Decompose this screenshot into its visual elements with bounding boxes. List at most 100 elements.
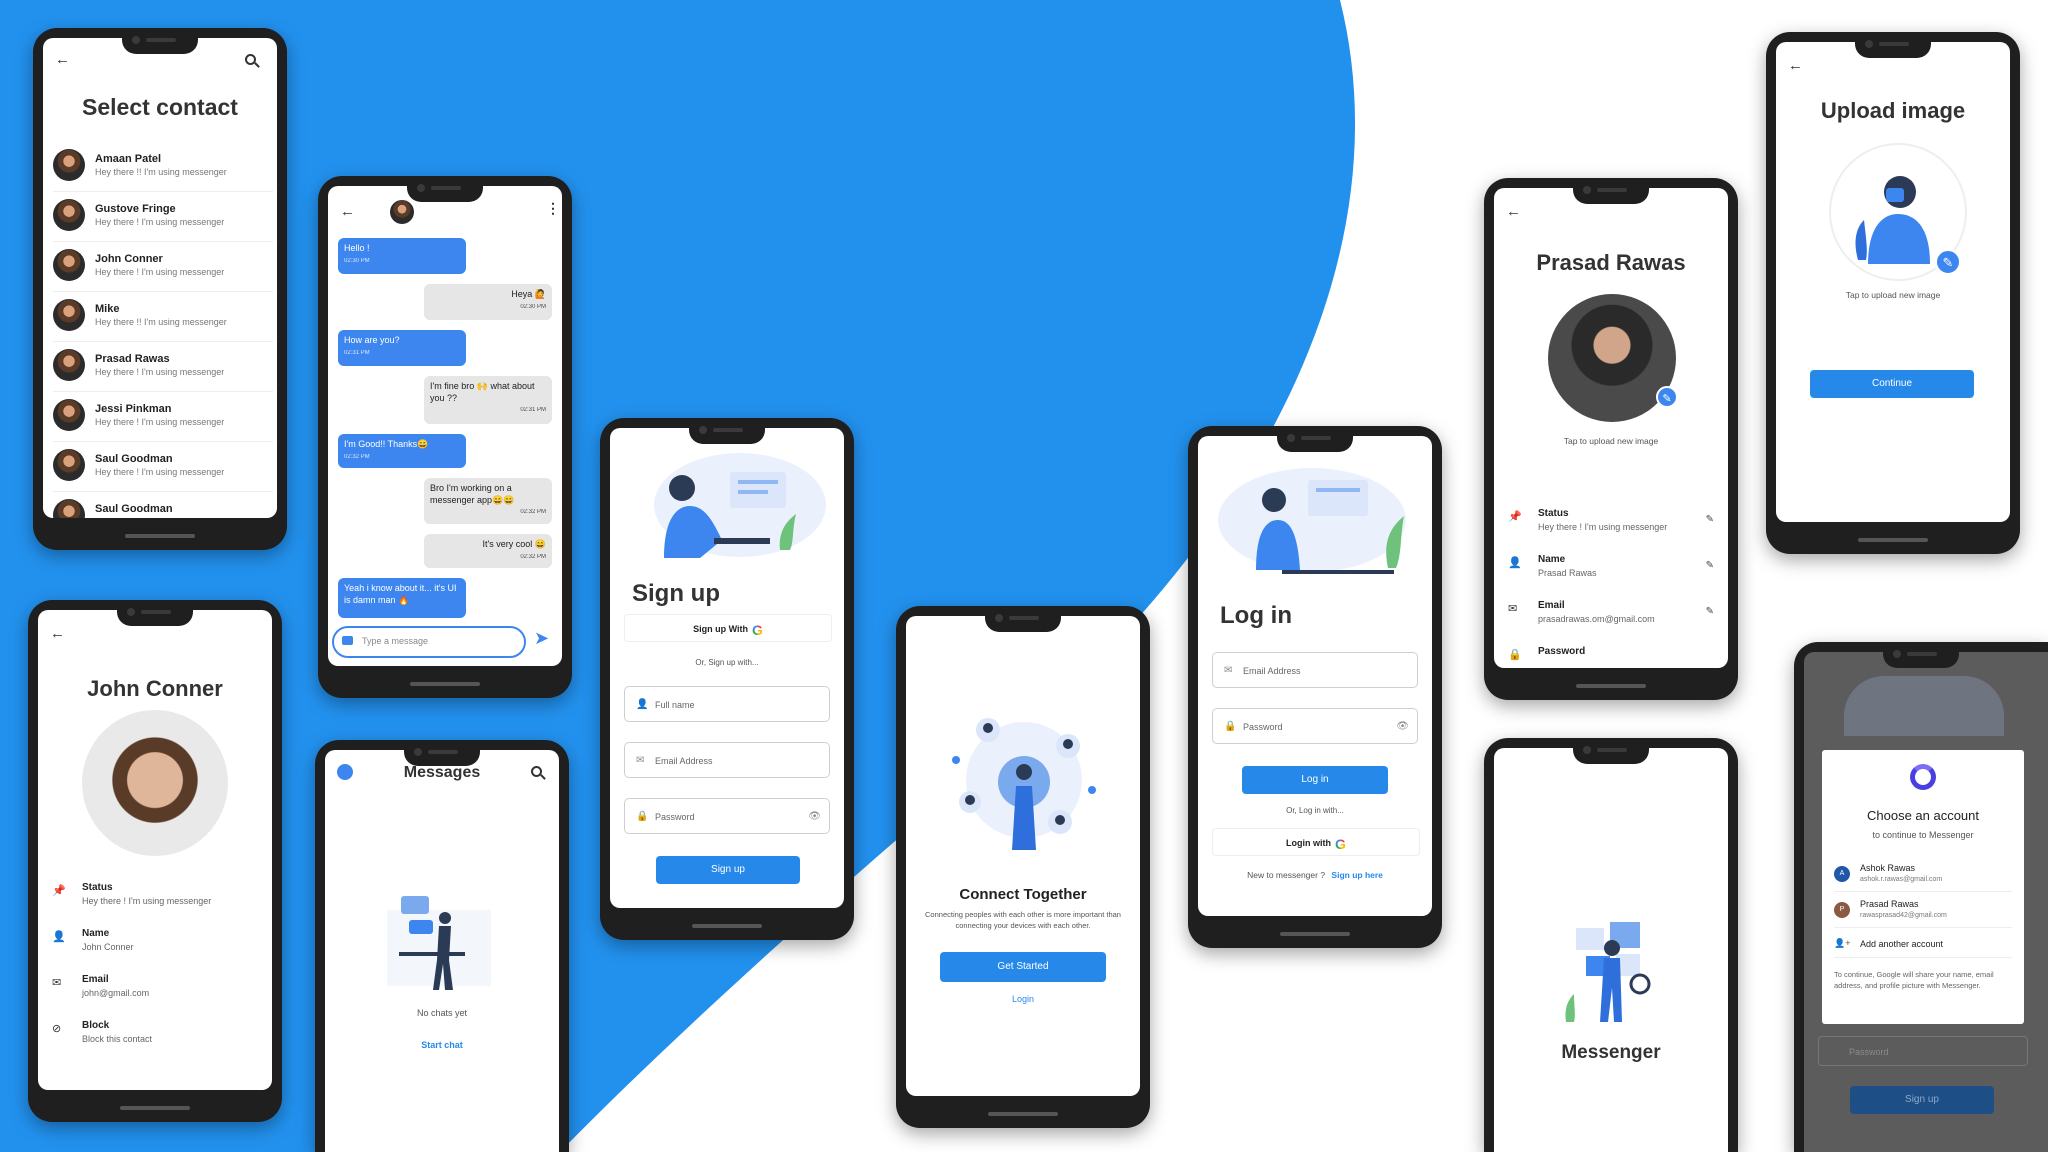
- login-link[interactable]: Login: [906, 994, 1140, 1004]
- status-row[interactable]: 📌 Status Hey there ! I'm using messenger ✎: [1508, 508, 1714, 552]
- sign-up-button[interactable]: Sign up: [656, 856, 800, 884]
- phone-splash: Messenger: [1484, 738, 1738, 1152]
- screen-upload-image: ← Upload image ✎ Tap to upload new image…: [1776, 42, 2010, 522]
- email-field[interactable]: ✉ Email Address: [1212, 652, 1418, 688]
- phone-notch: [117, 600, 193, 626]
- account-row[interactable]: P Prasad Rawas rawasprasad42@gmail.com: [1834, 894, 2012, 928]
- contact-row[interactable]: Jessi Pinkman Hey there ! I'm using messe…: [53, 392, 273, 442]
- account-row[interactable]: A Ashok Rawas ashok.r.rawas@gmail.com: [1834, 858, 2012, 892]
- message-text: It's very cool 😄: [482, 539, 546, 549]
- row-value: John Conner: [82, 942, 134, 952]
- edit-icon[interactable]: ✎: [1706, 514, 1714, 525]
- eye-icon[interactable]: 👁: [1396, 709, 1409, 745]
- phone-choose-account: Password Sign up Choose an account to co…: [1794, 642, 2048, 1152]
- edit-photo-icon[interactable]: ✎: [1656, 386, 1678, 408]
- get-started-button[interactable]: Get Started: [940, 952, 1106, 982]
- background-password-field: Password: [1818, 1036, 2028, 1066]
- contact-row[interactable]: Mike Hey there !! I'm using messenger: [53, 292, 273, 342]
- message-text: I'm fine bro 🙌 what about you ??: [430, 381, 535, 403]
- avatar: [53, 399, 85, 431]
- screen-splash: Messenger: [1494, 748, 1728, 1152]
- google-sign-up-button[interactable]: Sign up With G: [624, 614, 832, 642]
- back-arrow-icon[interactable]: ←: [1788, 58, 1803, 73]
- google-login-button[interactable]: Login with G: [1212, 828, 1420, 856]
- message-text: Yeah i know about it... it's UI is damn …: [344, 583, 457, 605]
- connect-title: Connect Together: [959, 886, 1087, 903]
- field-placeholder: Email Address: [655, 756, 713, 766]
- edit-icon[interactable]: ✎: [1706, 560, 1714, 571]
- message-bubble-sent: I'm Good!! Thanks😀 02:32 PM: [338, 434, 466, 468]
- block-icon: ⊘: [52, 1023, 62, 1035]
- password-row[interactable]: 🔒 Password: [1508, 646, 1714, 668]
- eye-icon[interactable]: 👁: [808, 799, 821, 835]
- sign-up-link[interactable]: Sign up here: [1331, 870, 1382, 880]
- message-input[interactable]: Type a message: [332, 626, 526, 658]
- upload-avatar-illustration: ✎: [1829, 143, 1967, 281]
- contact-row[interactable]: Amaan Patel Hey there !! I'm using messen…: [53, 142, 273, 192]
- password-field[interactable]: 🔒 Password 👁: [1212, 708, 1418, 744]
- chat-avatar[interactable]: [390, 200, 414, 224]
- avatar: [53, 249, 85, 281]
- message-text: Bro I'm working on a messenger app😄😄: [430, 483, 515, 505]
- row-value: prasadrawas.om@gmail.com: [1538, 614, 1655, 624]
- contact-row[interactable]: Prasad Rawas Hey there ! I'm using messen…: [53, 342, 273, 392]
- phone-chat: ← ⋮ Hello ! 02:30 PM Heya 🙋 02:30 PM How a…: [318, 176, 572, 698]
- contact-row[interactable]: Gustove Fringe Hey there ! I'm using mess…: [53, 192, 273, 242]
- message-icon: [342, 636, 353, 645]
- home-bar: [120, 1106, 190, 1110]
- avatar: [53, 499, 85, 518]
- log-in-button[interactable]: Log in: [1242, 766, 1388, 794]
- home-bar: [1576, 684, 1646, 688]
- screen-select-contact: ← Select contact Amaan Patel Hey there !!…: [43, 38, 277, 518]
- back-arrow-icon[interactable]: ←: [1506, 204, 1521, 219]
- row-label: Email: [82, 974, 109, 985]
- block-row[interactable]: ⊘ Block Block this contact: [52, 1020, 258, 1064]
- back-arrow-icon[interactable]: ←: [50, 626, 65, 641]
- contact-row[interactable]: Saul Goodman: [53, 492, 273, 518]
- message-bubble-sent: Yeah i know about it... it's UI is damn …: [338, 578, 466, 618]
- more-options-icon[interactable]: ⋮: [546, 200, 560, 217]
- message-time: 02:32 PM: [520, 553, 546, 560]
- row-value: Hey there ! I'm using messenger: [1538, 522, 1668, 532]
- message-time: 02:32 PM: [520, 509, 546, 516]
- account-name: Ashok Rawas: [1860, 863, 1916, 873]
- field-placeholder: Password: [655, 812, 695, 822]
- phone-notch: [122, 28, 198, 54]
- back-arrow-icon[interactable]: ←: [55, 52, 70, 67]
- name-row[interactable]: 👤 Name Prasad Rawas ✎: [1508, 554, 1714, 598]
- back-arrow-icon[interactable]: ←: [340, 204, 355, 219]
- email-field[interactable]: ✉ Email Address: [624, 742, 830, 778]
- screen-choose-account: Password Sign up Choose an account to co…: [1804, 652, 2048, 1152]
- phone-profile-prasad: ← Prasad Rawas ✎ Tap to upload new image…: [1484, 178, 1738, 700]
- row-value: john@gmail.com: [82, 988, 150, 998]
- message-text: I'm Good!! Thanks😀: [344, 439, 429, 449]
- send-icon[interactable]: ➤: [534, 628, 549, 649]
- row-value: Hey there ! I'm using messenger: [82, 896, 212, 906]
- password-field[interactable]: 🔒 Password 👁: [624, 798, 830, 834]
- contact-row[interactable]: Saul Goodman Hey there ! I'm using messen…: [53, 442, 273, 492]
- message-time: 02:32 PM: [344, 453, 370, 460]
- mail-icon: ✉: [52, 977, 62, 989]
- contact-row[interactable]: John Conner Hey there ! I'm using messeng…: [53, 242, 273, 292]
- continue-button[interactable]: Continue: [1810, 370, 1974, 398]
- search-icon[interactable]: [245, 54, 256, 65]
- full-name-field[interactable]: 👤 Full name: [624, 686, 830, 722]
- email-row: ✉ Email john@gmail.com: [52, 974, 258, 1018]
- sign-up-illustration: [654, 453, 826, 558]
- email-row[interactable]: ✉ Email prasadrawas.om@gmail.com ✎: [1508, 600, 1714, 644]
- connect-description: Connecting peoples with each other is mo…: [925, 910, 1121, 930]
- edit-icon[interactable]: ✎: [1706, 606, 1714, 617]
- row-label: Password: [1538, 646, 1586, 657]
- avatar: [53, 149, 85, 181]
- lock-icon: 🔒: [1224, 721, 1237, 732]
- screen-log-in: Log in ✉ Email Address 🔒 Password 👁 Log in …: [1198, 436, 1432, 916]
- phone-notch: [407, 176, 483, 202]
- search-icon[interactable]: [531, 766, 542, 777]
- home-bar: [988, 1112, 1058, 1116]
- background-illustration: [1844, 676, 2004, 736]
- avatar: [53, 449, 85, 481]
- contact-name: Amaan Patel: [95, 153, 162, 165]
- contact-name: Saul Goodman: [95, 503, 173, 515]
- add-account-row[interactable]: 👤+ Add another account: [1834, 936, 2012, 958]
- start-chat-link[interactable]: Start chat: [325, 1040, 559, 1050]
